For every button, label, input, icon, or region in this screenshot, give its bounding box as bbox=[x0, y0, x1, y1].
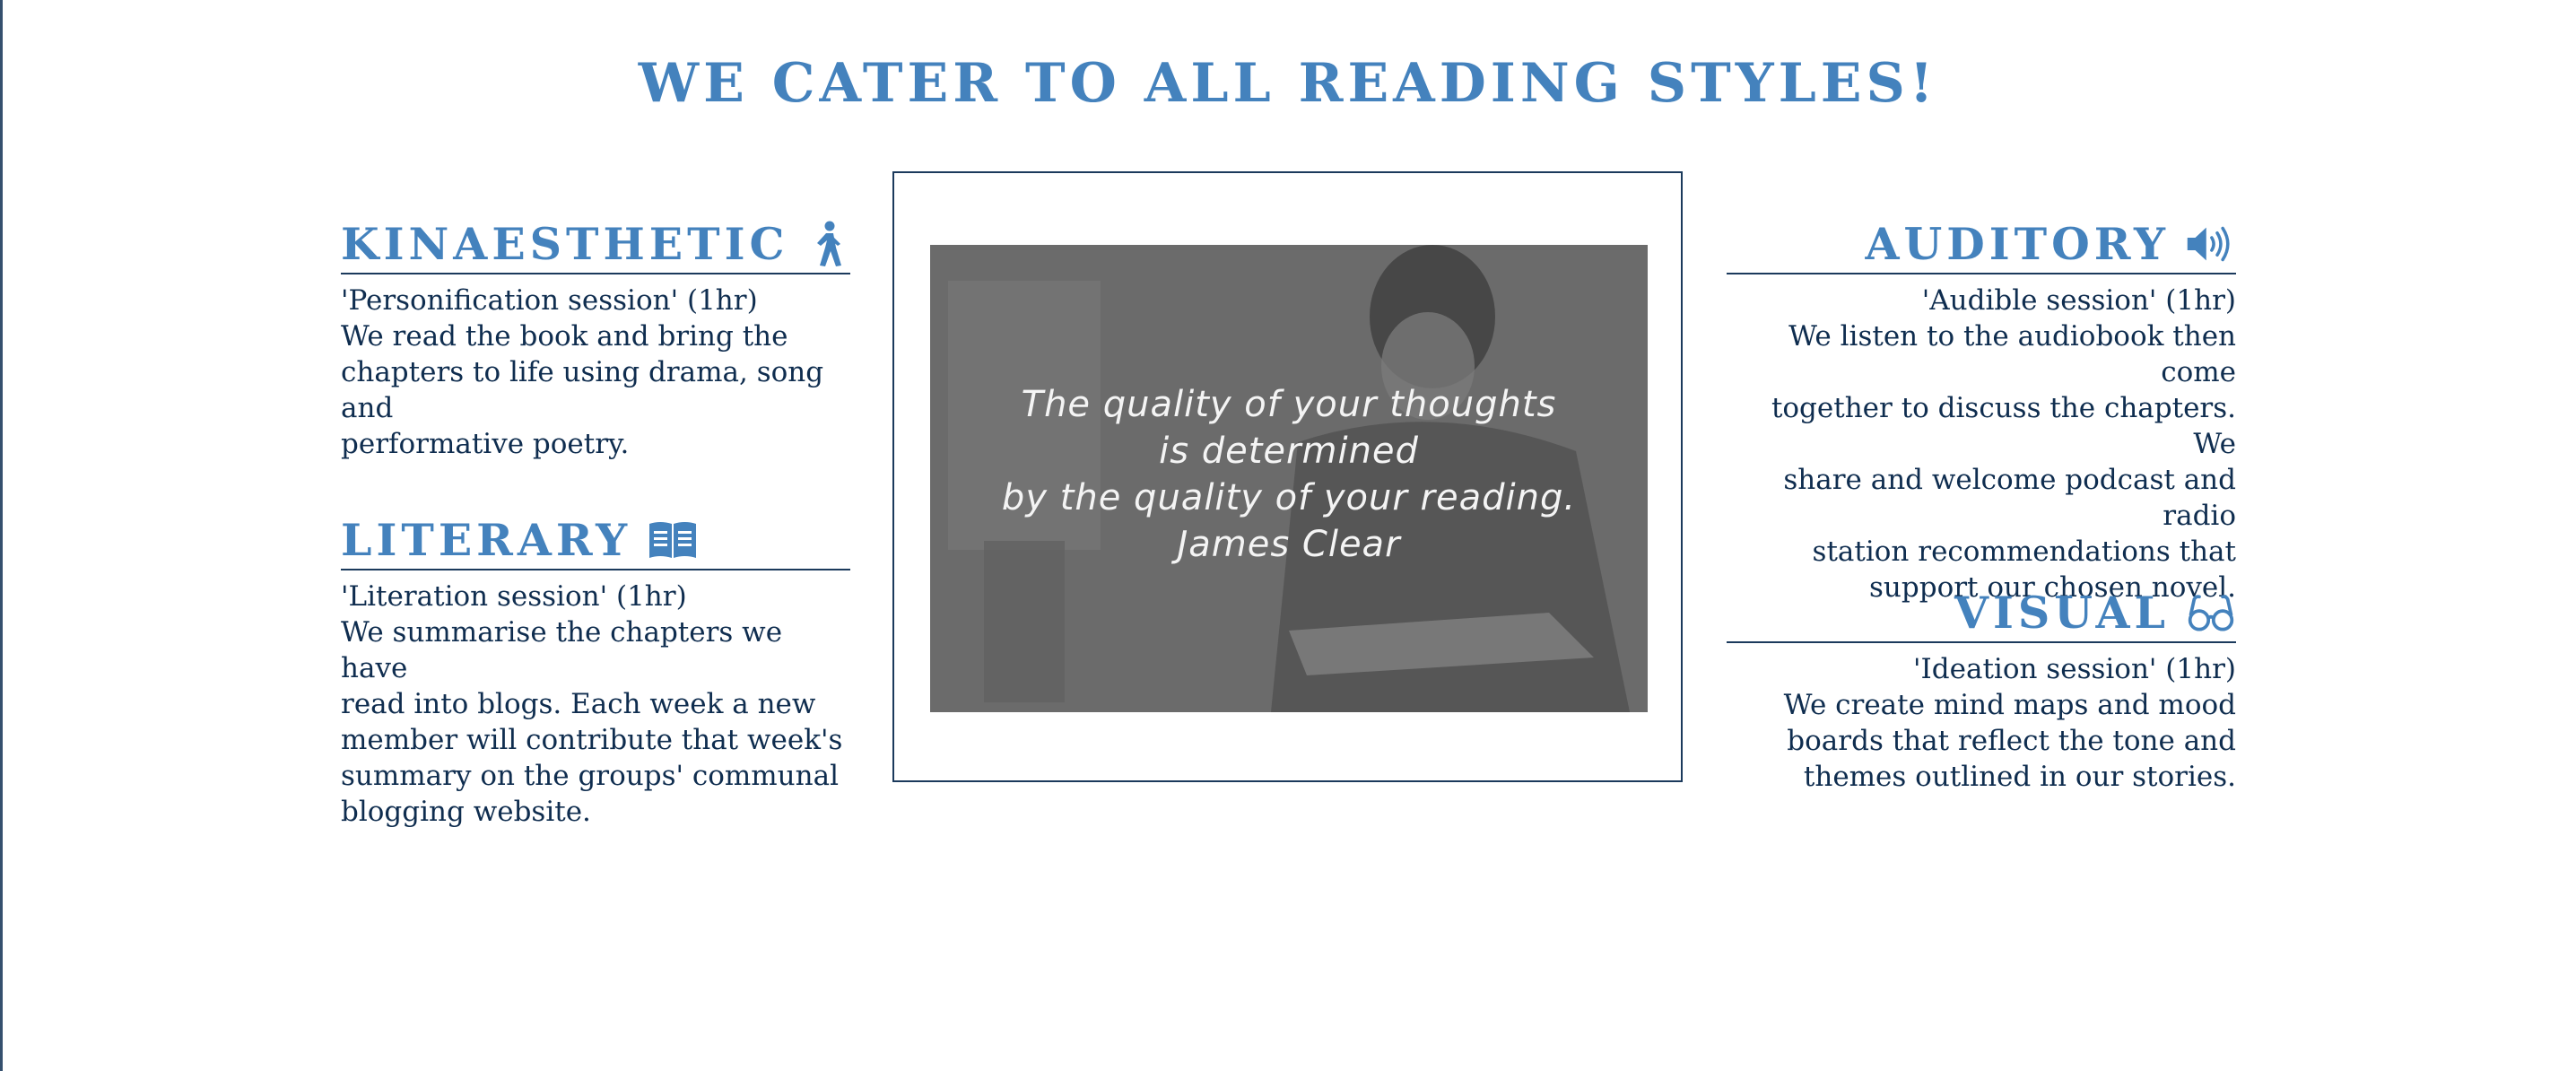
auditory-description: We listen to the audiobook then come tog… bbox=[1727, 318, 2236, 605]
visual-title: VISUAL bbox=[1954, 586, 2170, 639]
literary-section: LITERARY 'Literation session' (1hr) We s… bbox=[341, 511, 850, 830]
auditory-description-line: station recommendations that bbox=[1812, 536, 2236, 568]
reading-boy-photo: The quality of your thoughts is determin… bbox=[930, 245, 1648, 712]
literary-title: LITERARY bbox=[341, 513, 632, 566]
visual-session: 'Ideation session' (1hr) bbox=[1913, 653, 2236, 685]
visual-description-line: We create mind maps and mood bbox=[1783, 689, 2236, 721]
kinaesthetic-heading: KINAESTHETIC bbox=[341, 215, 850, 274]
speaker-volume-icon bbox=[2186, 219, 2236, 269]
auditory-heading: AUDITORY bbox=[1727, 215, 2236, 274]
auditory-session: 'Audible session' (1hr) bbox=[1921, 284, 2236, 317]
open-book-icon bbox=[648, 515, 698, 565]
visual-description: We create mind maps and mood boards that… bbox=[1727, 687, 2236, 795]
kinaesthetic-section: KINAESTHETIC 'Personification session' (… bbox=[341, 215, 850, 462]
literary-description-line: summary on the groups' communal bbox=[341, 760, 840, 792]
kinaesthetic-description: We read the book and bring the chapters … bbox=[341, 318, 850, 462]
glasses-icon bbox=[2186, 588, 2236, 638]
quote-line: by the quality of your reading. bbox=[1001, 477, 1577, 518]
kinaesthetic-description-line: We read the book and bring the bbox=[341, 320, 788, 353]
literary-description: We summarise the chapters we have read i… bbox=[341, 614, 850, 830]
visual-section: VISUAL 'Ideation session' (1hr) We creat… bbox=[1727, 584, 2236, 795]
quote-image-frame: The quality of your thoughts is determin… bbox=[892, 171, 1683, 782]
quote-line: The quality of your thoughts bbox=[1021, 384, 1557, 425]
literary-description-line: read into blogs. Each week a new bbox=[341, 688, 816, 720]
literary-heading: LITERARY bbox=[341, 511, 850, 570]
literary-description-line: We summarise the chapters we have bbox=[341, 616, 783, 684]
quote-line: is determined bbox=[1159, 431, 1419, 472]
auditory-description-line: share and welcome podcast and radio bbox=[1783, 464, 2236, 532]
literary-session: 'Literation session' (1hr) bbox=[341, 580, 687, 613]
visual-description-line: boards that reflect the tone and bbox=[1787, 725, 2236, 757]
auditory-description-line: We listen to the audiobook then come bbox=[1788, 320, 2236, 388]
literary-description-line: blogging website. bbox=[341, 796, 591, 828]
page-title: WE CATER TO ALL READING STYLES! bbox=[638, 52, 1938, 115]
kinaesthetic-session: 'Personification session' (1hr) bbox=[341, 284, 758, 317]
visual-heading: VISUAL bbox=[1727, 584, 2236, 643]
auditory-section: AUDITORY 'Audible session' (1hr) We list… bbox=[1727, 215, 2236, 605]
auditory-title: AUDITORY bbox=[1865, 217, 2170, 270]
kinaesthetic-description-line: performative poetry. bbox=[341, 428, 630, 460]
literary-description-line: member will contribute that week's bbox=[341, 724, 843, 756]
reading-quote: The quality of your thoughts is determin… bbox=[930, 381, 1648, 568]
kinaesthetic-title: KINAESTHETIC bbox=[341, 217, 789, 270]
quote-author: James Clear bbox=[1177, 524, 1401, 565]
visual-description-line: themes outlined in our stories. bbox=[1803, 761, 2236, 793]
auditory-description-line: together to discuss the chapters. We bbox=[1771, 392, 2236, 460]
walking-person-icon bbox=[805, 219, 850, 269]
page-left-edge bbox=[0, 0, 3, 1071]
kinaesthetic-description-line: chapters to life using drama, song and bbox=[341, 356, 824, 424]
